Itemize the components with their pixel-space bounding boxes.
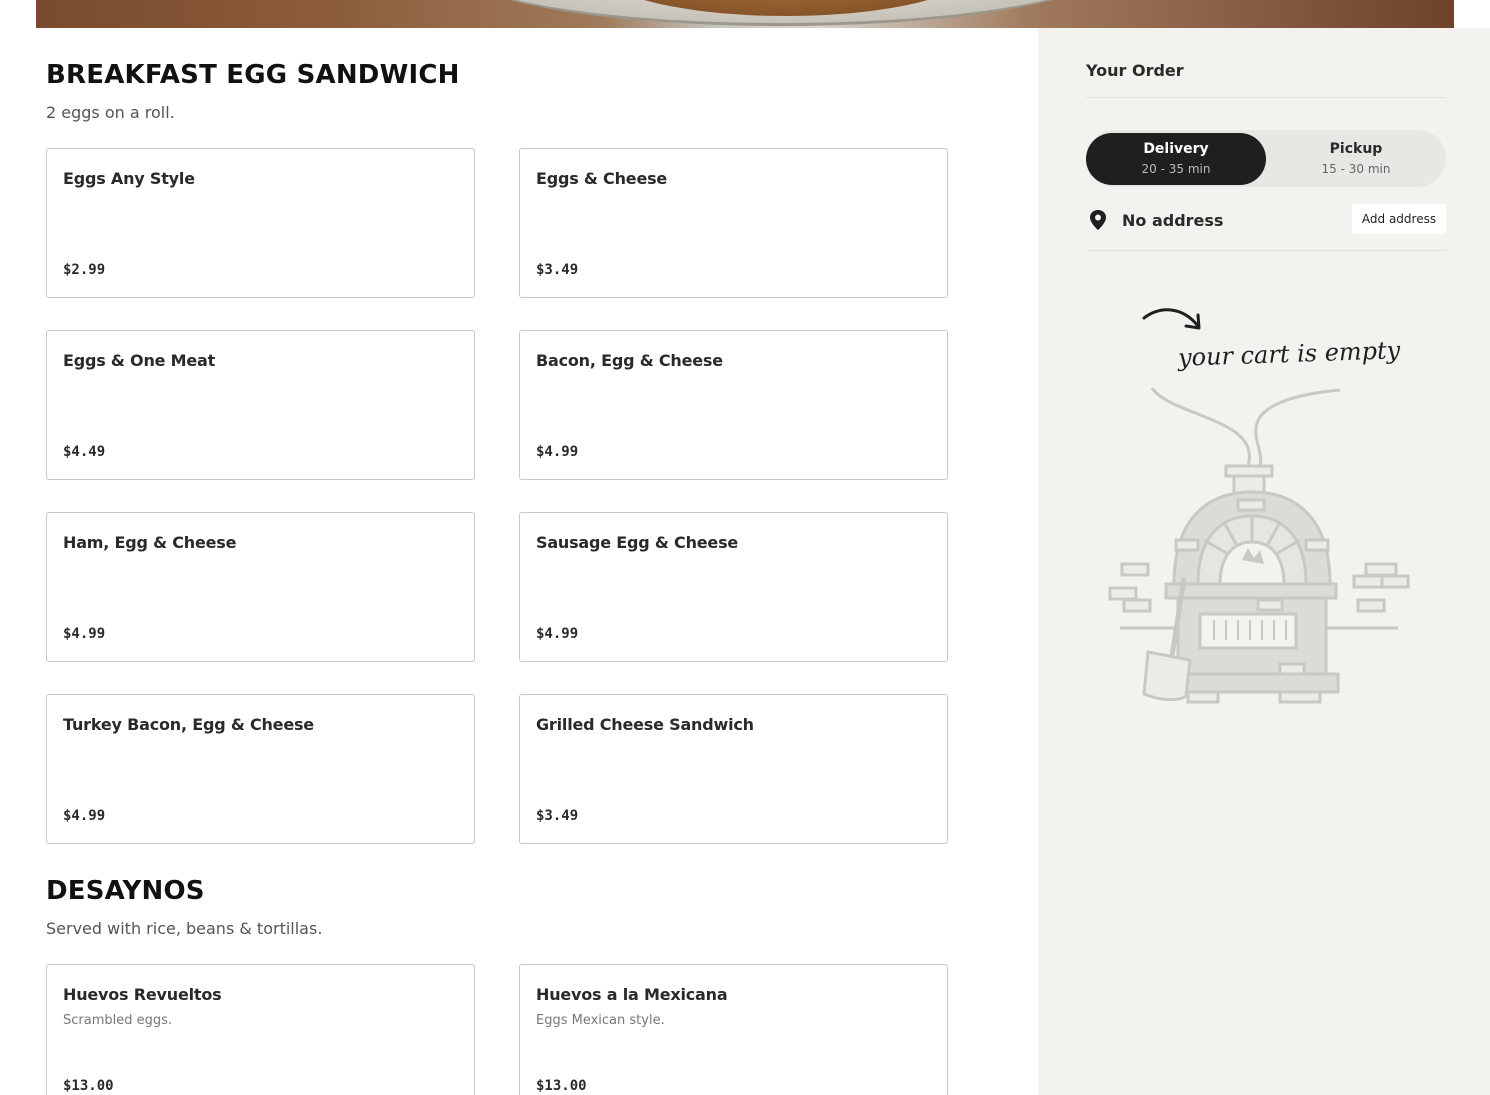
- map-pin-icon: [1088, 209, 1108, 236]
- address-label: No address: [1122, 211, 1224, 230]
- menu-item-price: $13.00: [536, 1078, 587, 1094]
- order-title: Your Order: [1086, 61, 1184, 80]
- menu-item-card[interactable]: Eggs & One Meat $4.49: [46, 330, 475, 480]
- delivery-option[interactable]: Delivery 20 - 35 min: [1086, 133, 1266, 185]
- menu-main: BREAKFAST EGG SANDWICH 2 eggs on a roll.…: [0, 28, 1038, 1095]
- pickup-time: 15 - 30 min: [1321, 162, 1391, 176]
- menu-item-price: $2.99: [63, 262, 106, 278]
- menu-item-name: Ham, Egg & Cheese: [63, 533, 237, 552]
- menu-item-name: Turkey Bacon, Egg & Cheese: [63, 715, 314, 734]
- pizza-oven-illustration: [1108, 388, 1410, 704]
- menu-item-name: Eggs Any Style: [63, 169, 195, 188]
- menu-item-price: $13.00: [63, 1078, 114, 1094]
- menu-item-price: $4.99: [536, 444, 579, 460]
- menu-item-name: Grilled Cheese Sandwich: [536, 715, 754, 734]
- menu-item-price: $4.99: [536, 626, 579, 642]
- menu-item-price: $4.99: [63, 808, 106, 824]
- fulfillment-toggle: Delivery 20 - 35 min Pickup 15 - 30 min: [1086, 130, 1446, 187]
- menu-item-price: $3.49: [536, 262, 579, 278]
- add-address-button[interactable]: Add address: [1352, 204, 1446, 234]
- menu-item-card[interactable]: Huevos Revueltos Scrambled eggs. $13.00: [46, 964, 475, 1095]
- divider: [1086, 97, 1446, 98]
- empty-cart-text: your cart is empty: [1177, 336, 1401, 372]
- menu-item-description: Scrambled eggs.: [63, 1013, 173, 1028]
- menu-item-name: Huevos Revueltos: [63, 985, 222, 1004]
- menu-item-price: $4.99: [63, 626, 106, 642]
- menu-item-price: $4.49: [63, 444, 106, 460]
- menu-item-card[interactable]: Sausage Egg & Cheese $4.99: [519, 512, 948, 662]
- menu-item-card[interactable]: Turkey Bacon, Egg & Cheese $4.99: [46, 694, 475, 844]
- pickup-option[interactable]: Pickup 15 - 30 min: [1266, 130, 1446, 187]
- menu-item-name: Bacon, Egg & Cheese: [536, 351, 723, 370]
- section-description: 2 eggs on a roll.: [46, 103, 175, 122]
- section-description: Served with rice, beans & tortillas.: [46, 919, 323, 938]
- address-row: No address Add address: [1086, 204, 1446, 236]
- menu-item-description: Eggs Mexican style.: [536, 1013, 665, 1028]
- section-title: BREAKFAST EGG SANDWICH: [46, 60, 460, 90]
- menu-item-card[interactable]: Huevos a la Mexicana Eggs Mexican style.…: [519, 964, 948, 1095]
- menu-item-card[interactable]: Ham, Egg & Cheese $4.99: [46, 512, 475, 662]
- order-sidebar: Your Order Delivery 20 - 35 min Pickup 1…: [1038, 28, 1490, 1095]
- menu-item-price: $3.49: [536, 808, 579, 824]
- menu-item-card[interactable]: Bacon, Egg & Cheese $4.99: [519, 330, 948, 480]
- section-title: DESAYNOS: [46, 876, 205, 906]
- menu-item-name: Eggs & One Meat: [63, 351, 216, 370]
- menu-item-card[interactable]: Grilled Cheese Sandwich $3.49: [519, 694, 948, 844]
- delivery-time: 20 - 35 min: [1141, 162, 1211, 176]
- empty-cart-illustration: your cart is empty: [1108, 298, 1428, 708]
- curved-arrow-icon: [1142, 308, 1201, 330]
- menu-item-card[interactable]: Eggs & Cheese $3.49: [519, 148, 948, 298]
- hero-image: [36, 0, 1454, 28]
- menu-item-name: Huevos a la Mexicana: [536, 985, 728, 1004]
- menu-item-card[interactable]: Eggs Any Style $2.99: [46, 148, 475, 298]
- delivery-label: Delivery: [1143, 141, 1209, 157]
- divider: [1086, 250, 1446, 251]
- menu-item-name: Sausage Egg & Cheese: [536, 533, 739, 552]
- menu-item-name: Eggs & Cheese: [536, 169, 668, 188]
- pickup-label: Pickup: [1329, 141, 1383, 157]
